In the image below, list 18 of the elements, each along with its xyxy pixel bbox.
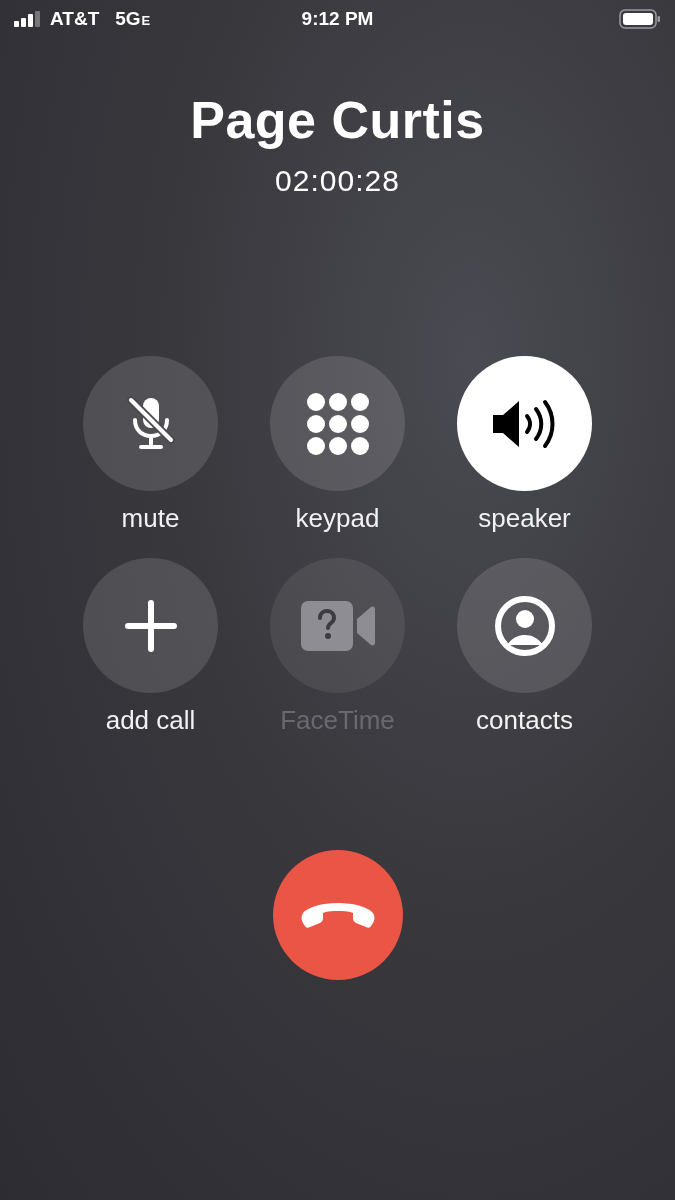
video-camera-icon bbox=[300, 600, 375, 651]
network-type: 5G bbox=[115, 8, 141, 30]
control-label: add call bbox=[105, 705, 196, 736]
signal-icon bbox=[14, 11, 42, 27]
person-circle-icon bbox=[493, 594, 556, 657]
control-label: contacts bbox=[476, 705, 573, 736]
keypad-icon bbox=[305, 391, 370, 456]
status-time: 9:12 PM bbox=[301, 8, 374, 30]
control-label: speaker bbox=[478, 503, 571, 534]
control-label: keypad bbox=[295, 503, 380, 534]
network-suffix: E bbox=[141, 13, 151, 28]
plus-icon bbox=[124, 599, 177, 652]
caller-name: Page Curtis bbox=[190, 90, 485, 150]
carrier-name: AT&T bbox=[50, 8, 100, 30]
control-label: mute bbox=[121, 503, 180, 534]
call-duration: 02:00:28 bbox=[275, 164, 400, 198]
hang-up-icon bbox=[299, 901, 376, 929]
battery-icon bbox=[619, 9, 661, 29]
